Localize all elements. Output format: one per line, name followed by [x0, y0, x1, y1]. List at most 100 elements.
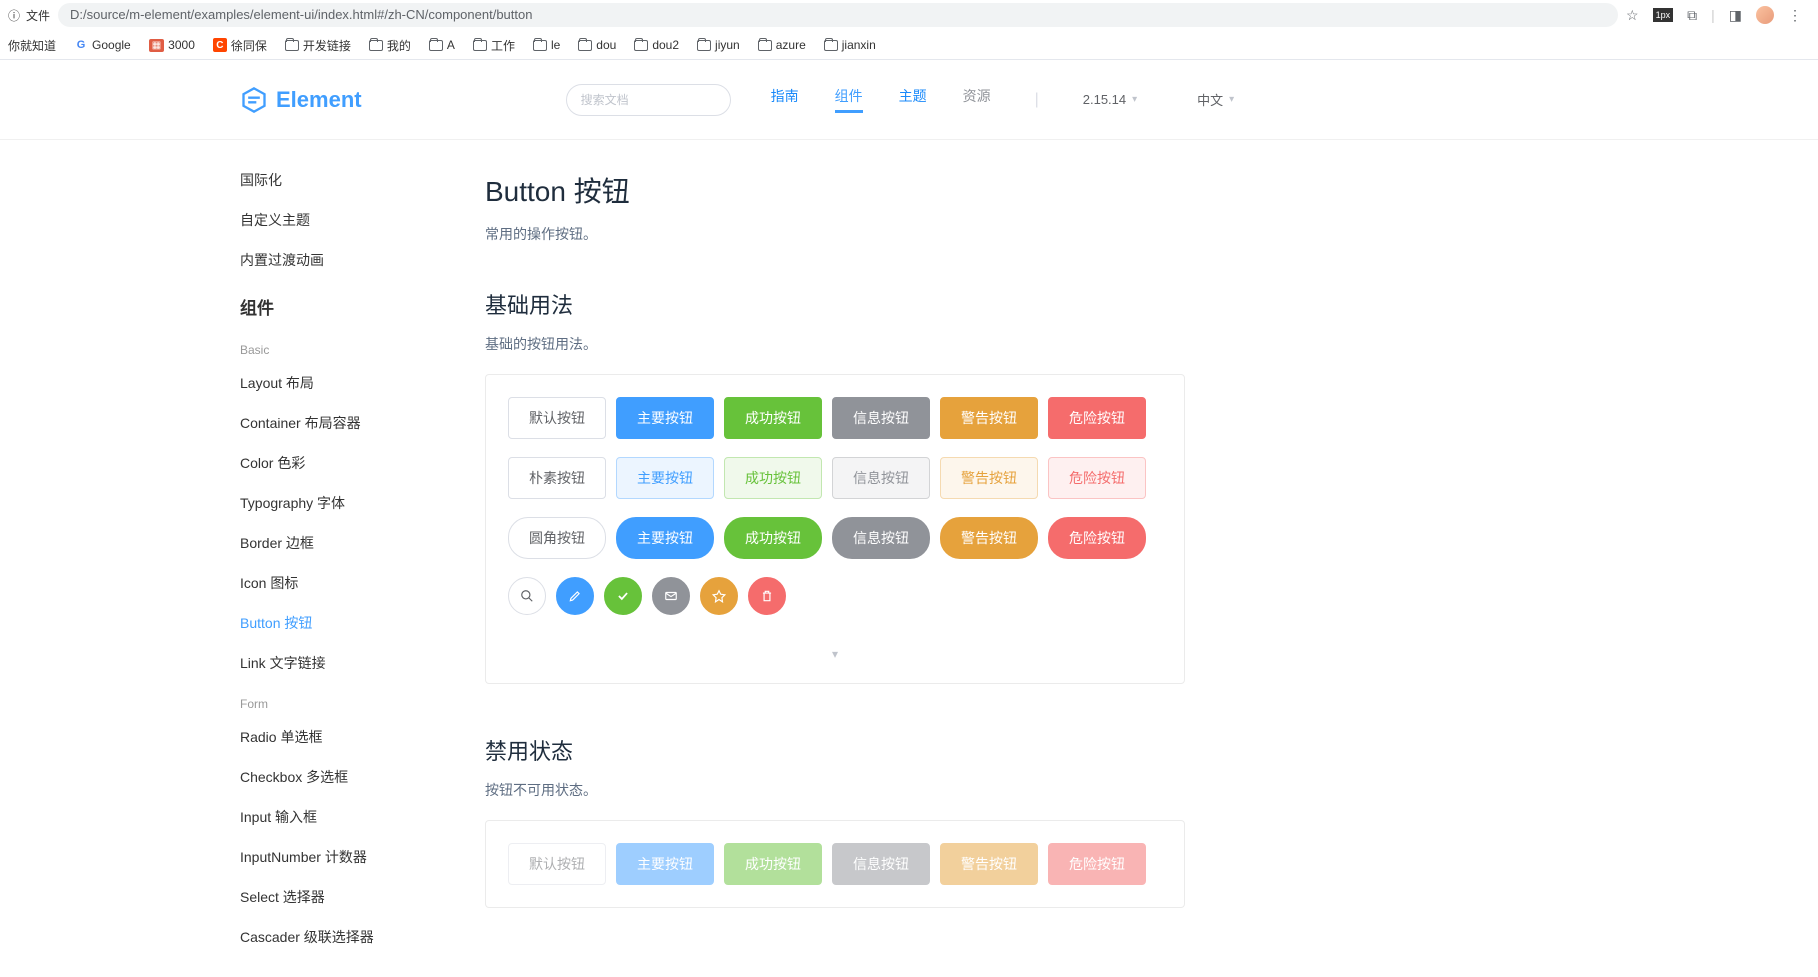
panel-icon[interactable]: ◨	[1729, 7, 1742, 24]
delete-icon-button[interactable]	[748, 577, 786, 615]
ext-icon[interactable]: 1px	[1653, 8, 1674, 22]
star-icon	[712, 589, 726, 603]
chevron-down-icon: ▾	[1229, 94, 1234, 105]
bm-folder[interactable]: jianxin	[824, 38, 876, 52]
mail-icon	[664, 589, 678, 603]
nav-component[interactable]: 组件	[835, 86, 863, 113]
bm-xu[interactable]: C徐同保	[213, 37, 267, 54]
check-icon-button[interactable]	[604, 577, 642, 615]
section-title: 禁用状态	[485, 734, 1185, 766]
sidebar-group: Basic	[240, 329, 465, 363]
puzzle-icon[interactable]: ⧉	[1687, 7, 1697, 24]
sidebar-item[interactable]: Container 布局容器	[240, 403, 465, 443]
round-danger-button[interactable]: 危险按钮	[1048, 517, 1146, 559]
round-warning-button[interactable]: 警告按钮	[940, 517, 1038, 559]
sidebar-item[interactable]: 自定义主题	[240, 200, 465, 240]
sidebar-item[interactable]: Icon 图标	[240, 563, 465, 603]
logo-icon	[240, 86, 268, 114]
search-input[interactable]: 搜索文档	[566, 84, 731, 116]
warning-button-disabled[interactable]: 警告按钮	[940, 843, 1038, 885]
site-header: Element 搜索文档 指南 组件 主题 资源 | 2.15.14▾ 中文▾	[0, 60, 1818, 140]
edit-icon	[568, 589, 582, 603]
sidebar-heading: 组件	[240, 280, 465, 329]
search-icon-button[interactable]	[508, 577, 546, 615]
danger-button-disabled[interactable]: 危险按钮	[1048, 843, 1146, 885]
sep-icon: |	[1711, 7, 1715, 23]
star-icon-button[interactable]	[700, 577, 738, 615]
bm-folder[interactable]: 工作	[473, 37, 515, 54]
section-desc: 按钮不可用状态。	[485, 780, 1185, 800]
file-label: 文件	[26, 7, 50, 24]
nav-resource[interactable]: 资源	[963, 86, 991, 113]
sidebar-item[interactable]: Color 色彩	[240, 443, 465, 483]
warning-button[interactable]: 警告按钮	[940, 397, 1038, 439]
sidebar-item[interactable]: Typography 字体	[240, 483, 465, 523]
default-button[interactable]: 默认按钮	[508, 397, 606, 439]
menu-icon[interactable]: ⋮	[1788, 7, 1802, 24]
info-icon: ⓘ	[8, 7, 20, 24]
bm-folder[interactable]: dou2	[634, 38, 679, 52]
sidebar-item[interactable]: Cascader 级联选择器	[240, 917, 465, 957]
round-primary-button[interactable]: 主要按钮	[616, 517, 714, 559]
main-content: Button 按钮 常用的操作按钮。 基础用法 基础的按钮用法。 默认按钮 主要…	[465, 140, 1225, 977]
bm-folder[interactable]: A	[429, 38, 455, 52]
round-success-button[interactable]: 成功按钮	[724, 517, 822, 559]
success-button-disabled[interactable]: 成功按钮	[724, 843, 822, 885]
danger-button[interactable]: 危险按钮	[1048, 397, 1146, 439]
nav-theme[interactable]: 主题	[899, 86, 927, 113]
sidebar-item[interactable]: 内置过渡动画	[240, 240, 465, 280]
nav-guide[interactable]: 指南	[771, 86, 799, 113]
address-url[interactable]: D:/source/m-element/examples/element-ui/…	[58, 3, 1618, 27]
lang-select[interactable]: 中文▾	[1197, 90, 1234, 109]
sidebar-item[interactable]: Radio 单选框	[240, 717, 465, 757]
edit-icon-button[interactable]	[556, 577, 594, 615]
avatar-icon[interactable]	[1756, 6, 1774, 24]
browser-chrome: ⓘ 文件 D:/source/m-element/examples/elemen…	[0, 0, 1818, 60]
page-title: Button 按钮	[485, 170, 1185, 210]
sidebar-item[interactable]: Checkbox 多选框	[240, 757, 465, 797]
bm-folder[interactable]: azure	[758, 38, 806, 52]
sidebar-item[interactable]: Link 文字链接	[240, 643, 465, 683]
plain-button[interactable]: 朴素按钮	[508, 457, 606, 499]
demo-basic: 默认按钮 主要按钮 成功按钮 信息按钮 警告按钮 危险按钮 朴素按钮 主要按钮 …	[485, 374, 1185, 684]
sidebar-item-button[interactable]: Button 按钮	[240, 603, 465, 643]
logo[interactable]: Element	[240, 86, 362, 114]
info-button[interactable]: 信息按钮	[832, 397, 930, 439]
info-button-disabled[interactable]: 信息按钮	[832, 843, 930, 885]
bm-item[interactable]: 你就知道	[8, 37, 56, 54]
section-title: 基础用法	[485, 288, 1185, 320]
section-desc: 基础的按钮用法。	[485, 334, 1185, 354]
bm-folder[interactable]: dou	[578, 38, 616, 52]
plain-info-button[interactable]: 信息按钮	[832, 457, 930, 499]
expand-toggle[interactable]: ▾	[508, 633, 1162, 661]
star-icon[interactable]: ☆	[1626, 7, 1639, 24]
plain-primary-button[interactable]: 主要按钮	[616, 457, 714, 499]
sidebar-group: Form	[240, 683, 465, 717]
bm-3000[interactable]: ▦3000	[149, 38, 195, 52]
round-button[interactable]: 圆角按钮	[508, 517, 606, 559]
round-info-button[interactable]: 信息按钮	[832, 517, 930, 559]
success-button[interactable]: 成功按钮	[724, 397, 822, 439]
sidebar-item[interactable]: Input 输入框	[240, 797, 465, 837]
plain-warning-button[interactable]: 警告按钮	[940, 457, 1038, 499]
plain-success-button[interactable]: 成功按钮	[724, 457, 822, 499]
primary-button[interactable]: 主要按钮	[616, 397, 714, 439]
sidebar-item[interactable]: Layout 布局	[240, 363, 465, 403]
demo-disabled: 默认按钮 主要按钮 成功按钮 信息按钮 警告按钮 危险按钮	[485, 820, 1185, 908]
sidebar-item[interactable]: 国际化	[240, 160, 465, 200]
bm-folder[interactable]: le	[533, 38, 560, 52]
default-button-disabled[interactable]: 默认按钮	[508, 843, 606, 885]
trash-icon	[760, 589, 774, 603]
primary-button-disabled[interactable]: 主要按钮	[616, 843, 714, 885]
mail-icon-button[interactable]	[652, 577, 690, 615]
bm-folder[interactable]: 开发链接	[285, 37, 351, 54]
bm-google[interactable]: GGoogle	[74, 38, 131, 52]
sidebar-item[interactable]: Select 选择器	[240, 877, 465, 917]
sidebar-item[interactable]: Border 边框	[240, 523, 465, 563]
bm-folder[interactable]: 我的	[369, 37, 411, 54]
sidebar-item[interactable]: InputNumber 计数器	[240, 837, 465, 877]
bm-folder[interactable]: jiyun	[697, 38, 740, 52]
version-select[interactable]: 2.15.14▾	[1083, 92, 1137, 107]
plain-danger-button[interactable]: 危险按钮	[1048, 457, 1146, 499]
bookmarks-bar: 你就知道 GGoogle ▦3000 C徐同保 开发链接 我的 A 工作 le …	[0, 30, 1818, 60]
